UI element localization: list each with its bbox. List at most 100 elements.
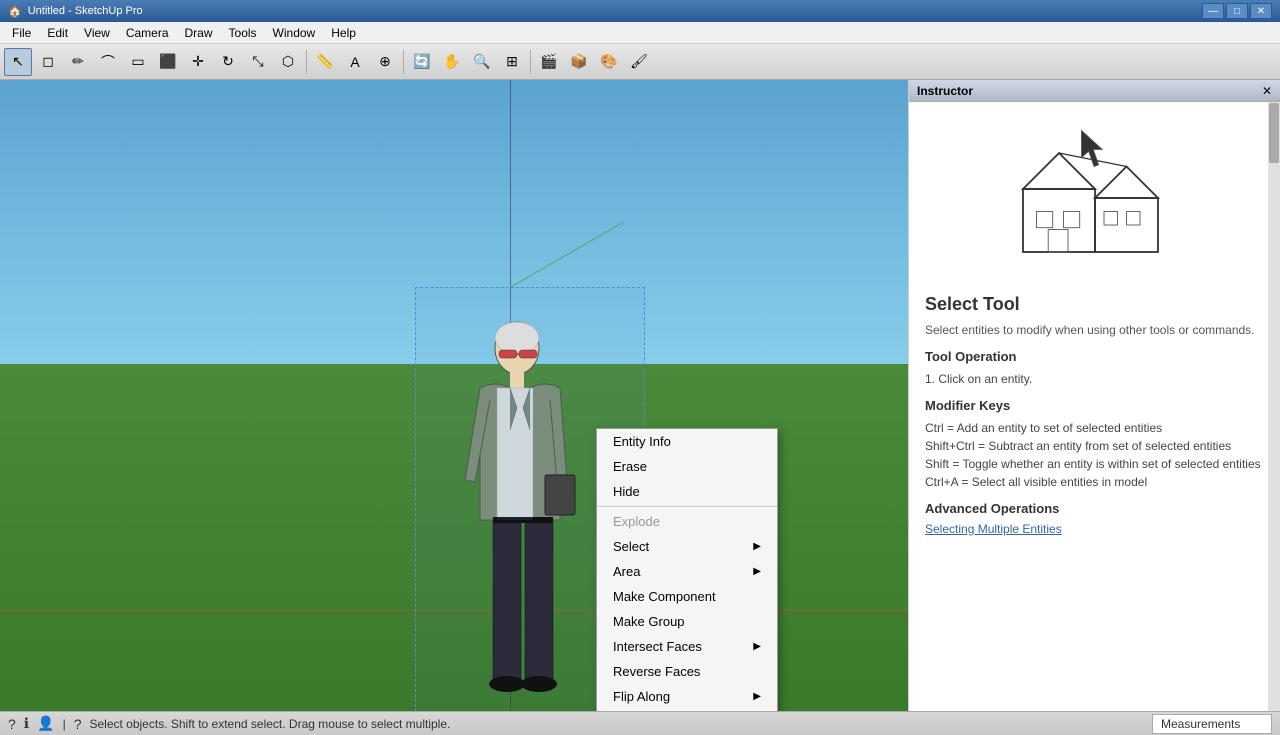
ctx-label-reverse-faces: Reverse Faces <box>613 664 700 679</box>
offset-icon: ⬡ <box>282 53 294 70</box>
measurements-panel[interactable]: Measurements <box>1152 714 1272 734</box>
select-tool-illustration <box>1005 118 1185 278</box>
status-icon-help[interactable]: ? <box>74 716 82 732</box>
ctx-item-erase[interactable]: Erase <box>597 454 777 479</box>
ctx-separator <box>597 506 777 507</box>
orbit-icon: 🔄 <box>413 53 430 70</box>
tool-operation-heading: Tool Operation <box>925 349 1264 364</box>
ctx-label-hide: Hide <box>613 484 640 499</box>
ctx-item-select[interactable]: Select▶ <box>597 534 777 559</box>
title-bar: 🏠 Untitled - SketchUp Pro — □ ✕ <box>0 0 1280 22</box>
toolbar-zoom-extents-button[interactable]: ⊞ <box>498 48 526 76</box>
toolbar-tape-button[interactable]: 📏 <box>311 48 339 76</box>
instructor-close-button[interactable]: ✕ <box>1262 84 1272 98</box>
ctx-label-entity-info: Entity Info <box>613 434 671 449</box>
context-menu[interactable]: Entity Info Erase Hide ExplodeSelect▶ Area ▶ M… <box>596 428 778 711</box>
status-bar: ? ℹ 👤 | ? Select objects. Shift to exten… <box>0 711 1280 735</box>
instructor-scrollbar[interactable] <box>1268 102 1280 711</box>
pan-icon: ✋ <box>443 53 460 70</box>
toolbar: ↖ ◻ ✏ ⌒ ▭ ⬛ ✛↻ ⤡ ⬡ 📏 A ⊕ 🔄 ✋ 🔍 ⊞ 🎬 📦 🎨 🖌 <box>0 44 1280 80</box>
menu-item-edit[interactable]: Edit <box>39 24 76 42</box>
ctx-label-make-group: Make Group <box>613 614 685 629</box>
maximize-button[interactable]: □ <box>1226 3 1248 19</box>
menu-item-camera[interactable]: Camera <box>118 24 177 42</box>
toolbar-orbit-button[interactable]: 🔄 <box>408 48 436 76</box>
ctx-arrow-area: ▶ <box>753 566 761 577</box>
pencil-icon: ✏ <box>72 53 84 70</box>
ctx-item-make-group[interactable]: Make Group <box>597 609 777 634</box>
menu-item-draw[interactable]: Draw <box>177 24 221 42</box>
ctx-label-area: Area <box>613 564 640 579</box>
minimize-button[interactable]: — <box>1202 3 1224 19</box>
toolbar-rectangle-button[interactable]: ▭ <box>124 48 152 76</box>
toolbar-push-pull-button[interactable]: ⬛ <box>154 48 182 76</box>
title-bar-title: 🏠 Untitled - SketchUp Pro <box>8 5 143 18</box>
toolbar-arc-button[interactable]: ⌒ <box>94 48 122 76</box>
ctx-item-explode: Explode <box>597 509 777 534</box>
instructor-description: Select entities to modify when using oth… <box>925 323 1264 337</box>
status-icon-user[interactable]: 👤 <box>37 715 54 732</box>
push-pull-icon: ⬛ <box>159 53 176 70</box>
instructor-tool-title: Select Tool <box>925 294 1264 315</box>
modifier-keys-text: Ctrl = Add an entity to set of selected … <box>925 419 1264 491</box>
status-icon-info[interactable]: ℹ <box>24 715 29 732</box>
menu-item-view[interactable]: View <box>76 24 118 42</box>
components-icon: 📦 <box>570 53 587 70</box>
toolbar-rotate-button[interactable]: ↻ <box>214 48 242 76</box>
menu-item-file[interactable]: File <box>4 24 39 42</box>
toolbar-pencil-button[interactable]: ✏ <box>64 48 92 76</box>
main-area: Entity Info Erase Hide ExplodeSelect▶ Area ▶ M… <box>0 80 1280 711</box>
status-icon-question[interactable]: ? <box>8 716 16 732</box>
toolbar-styles-button[interactable]: 🖌 <box>625 48 653 76</box>
select-icon: ↖ <box>12 53 24 70</box>
toolbar-axes-button[interactable]: ⊕ <box>371 48 399 76</box>
text-icon: A <box>350 54 359 70</box>
scenes-icon: 🎬 <box>540 53 557 70</box>
toolbar-components-button[interactable]: 📦 <box>565 48 593 76</box>
ctx-item-entity-info[interactable]: Entity Info <box>597 429 777 454</box>
tool-operation-text: 1. Click on an entity. <box>925 370 1264 388</box>
ctx-item-reverse-faces[interactable]: Reverse Faces <box>597 659 777 684</box>
scroll-thumb[interactable] <box>1269 103 1279 163</box>
toolbar-separator <box>530 50 531 74</box>
instructor-panel: Instructor ✕ <box>908 80 1280 711</box>
menu-item-help[interactable]: Help <box>323 24 364 42</box>
zoom-extents-icon: ⊞ <box>506 53 518 70</box>
eraser-icon: ◻ <box>42 53 54 70</box>
instructor-panel-label: Instructor <box>917 84 973 98</box>
ctx-item-intersect-faces[interactable]: Intersect Faces▶ <box>597 634 777 659</box>
toolbar-text-button[interactable]: A <box>341 48 369 76</box>
ctx-item-convert-polygon[interactable]: Convert to Polygon <box>597 709 777 711</box>
toolbar-scenes-button[interactable]: 🎬 <box>535 48 563 76</box>
viewport[interactable]: Entity Info Erase Hide ExplodeSelect▶ Area ▶ M… <box>0 80 908 711</box>
menu-item-tools[interactable]: Tools <box>221 24 265 42</box>
toolbar-separator <box>306 50 307 74</box>
menu-bar: FileEditViewCameraDrawToolsWindowHelp <box>0 22 1280 44</box>
arc-icon: ⌒ <box>101 52 115 72</box>
toolbar-select-button[interactable]: ↖ <box>4 48 32 76</box>
instructor-content: Select Tool Select entities to modify wh… <box>909 102 1280 711</box>
app-title: Untitled - SketchUp Pro <box>28 5 143 17</box>
ctx-item-make-component[interactable]: Make Component <box>597 584 777 609</box>
toolbar-eraser-button[interactable]: ◻ <box>34 48 62 76</box>
selecting-multiple-link[interactable]: Selecting Multiple Entities <box>925 522 1062 536</box>
sky <box>0 80 908 364</box>
ctx-item-area[interactable]: Area ▶ <box>597 559 777 584</box>
ctx-label-erase: Erase <box>613 459 647 474</box>
toolbar-materials-button[interactable]: 🎨 <box>595 48 623 76</box>
scale-icon: ⤡ <box>252 53 263 70</box>
toolbar-offset-button[interactable]: ⬡ <box>274 48 302 76</box>
measurements-label: Measurements <box>1161 717 1240 731</box>
menu-item-window[interactable]: Window <box>265 24 324 42</box>
ctx-item-hide[interactable]: Hide <box>597 479 777 504</box>
close-button[interactable]: ✕ <box>1250 3 1272 19</box>
title-bar-controls[interactable]: — □ ✕ <box>1202 3 1272 19</box>
toolbar-scale-button[interactable]: ⤡ <box>244 48 272 76</box>
ctx-item-flip-along[interactable]: Flip Along▶ <box>597 684 777 709</box>
ctx-label-intersect-faces: Intersect Faces <box>613 639 702 654</box>
toolbar-pan-button[interactable]: ✋ <box>438 48 466 76</box>
toolbar-move-button[interactable]: ✛ <box>184 48 212 76</box>
toolbar-zoom-button[interactable]: 🔍 <box>468 48 496 76</box>
materials-icon: 🎨 <box>600 53 617 70</box>
rectangle-icon: ▭ <box>131 53 144 70</box>
